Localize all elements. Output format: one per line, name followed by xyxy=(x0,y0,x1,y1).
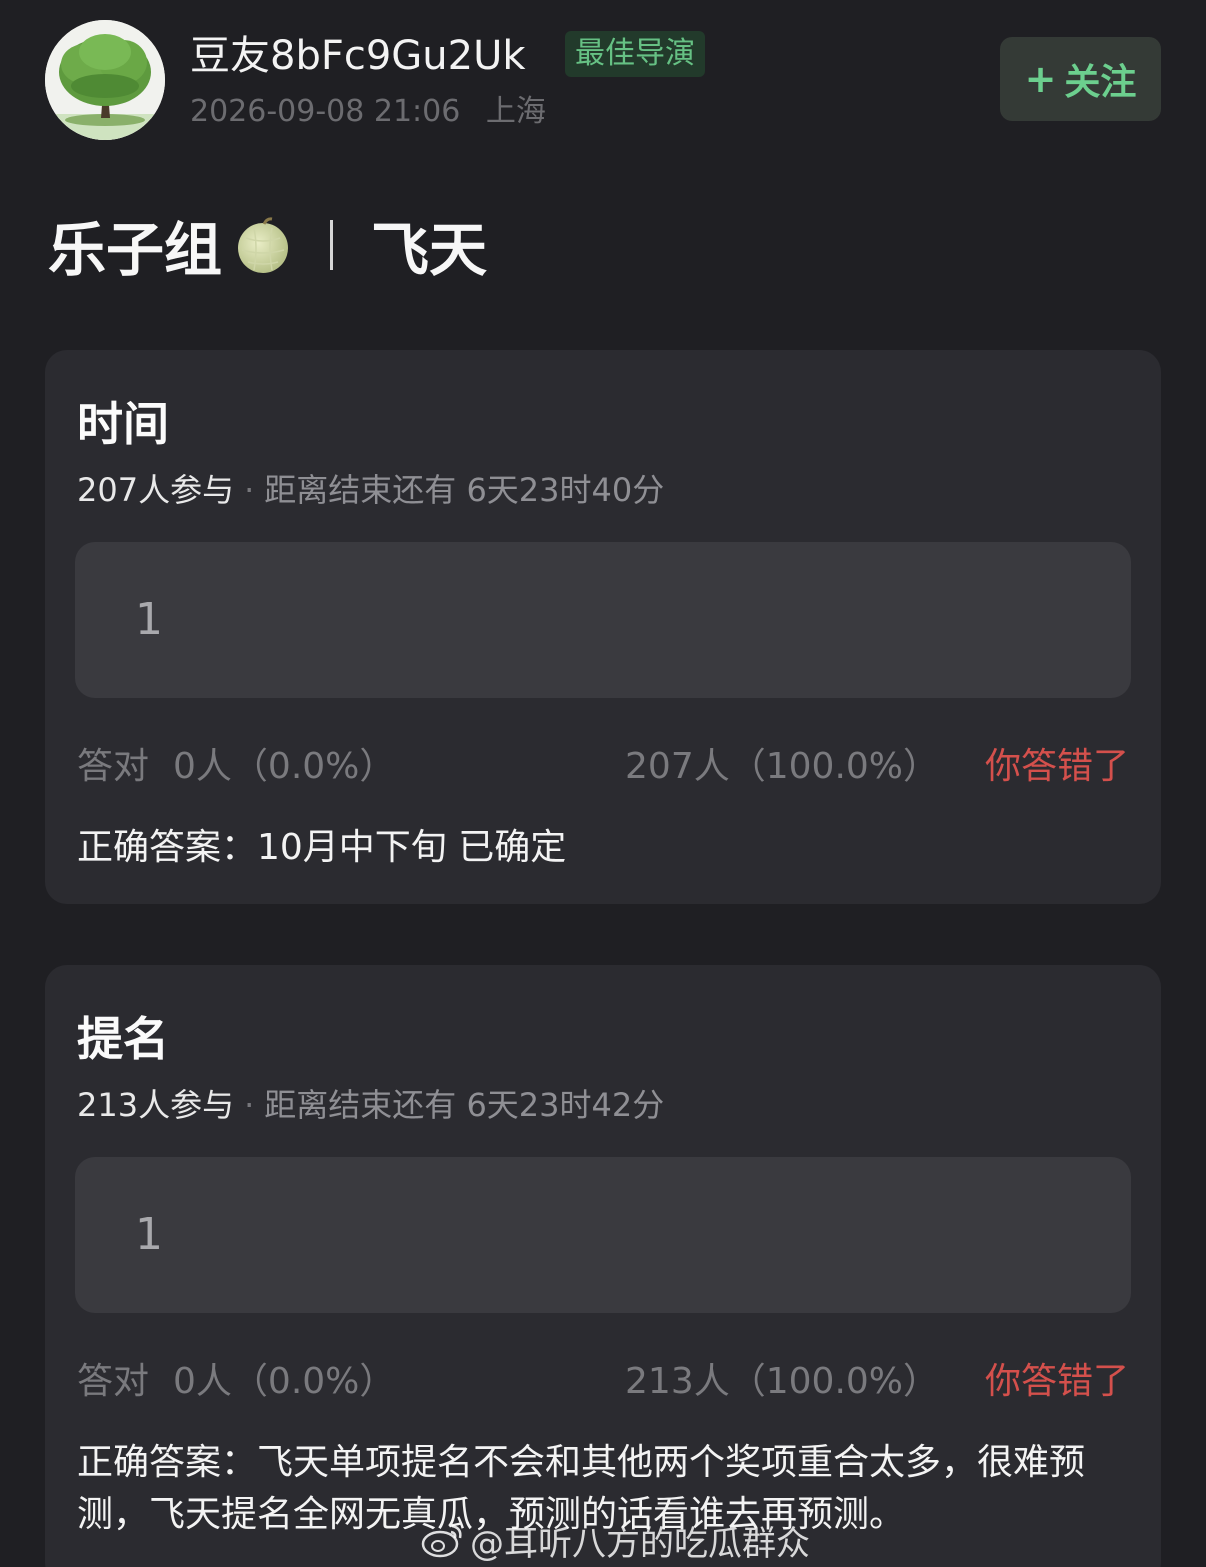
wrong-count: 207人（100.0%） xyxy=(625,746,939,787)
card-subtitle: 213人参与 · 距离结束还有 6天23时42分 xyxy=(77,1083,664,1127)
participant-count: 207人参与 xyxy=(77,471,235,509)
deadline-countdown: 距离结束还有 6天23时40分 xyxy=(264,471,665,509)
my-answer-box[interactable]: 1 xyxy=(75,542,1131,698)
user-avatar[interactable] xyxy=(45,20,165,140)
participant-count: 213人参与 xyxy=(77,1086,235,1124)
post-meta: 2026-09-08 21:06 上海 xyxy=(190,92,546,132)
follow-button[interactable]: + 关注 xyxy=(1000,37,1161,121)
quiz-card: 提名 213人参与 · 距离结束还有 6天23时42分 1 答对 0人（0.0%） 2… xyxy=(45,965,1161,1567)
username[interactable]: 豆友8bFc9Gu2Uk xyxy=(190,28,526,84)
quiz-card: 时间 207人参与 · 距离结束还有 6天23时40分 1 答对 0人（0.0%） 2… xyxy=(45,350,1161,904)
separator-dot: · xyxy=(244,1086,255,1124)
watermark-text: @耳听八方的吃瓜群众 xyxy=(470,1523,810,1564)
user-badge: 最佳导演 xyxy=(565,31,705,77)
my-answer: 1 xyxy=(135,594,163,645)
my-answer: 1 xyxy=(135,1209,163,1260)
melon-icon xyxy=(238,217,289,273)
correct-count: 0人（0.0%） xyxy=(173,746,396,787)
card-heading: 提名 xyxy=(77,1012,169,1066)
my-answer-box[interactable]: 1 xyxy=(75,1157,1131,1313)
post-title: 乐子组 飞天 xyxy=(48,205,487,285)
separator-dot: · xyxy=(244,471,255,509)
result-stats: 答对 0人（0.0%） 207人（100.0%） 你答错了 xyxy=(77,742,1129,792)
wrong-count: 213人（100.0%） xyxy=(625,1361,939,1402)
post-timestamp: 2026-09-08 21:06 xyxy=(190,94,461,129)
deadline-countdown: 距离结束还有 6天23时42分 xyxy=(264,1086,665,1124)
title-divider xyxy=(330,220,334,270)
plus-icon: + xyxy=(1024,57,1057,101)
correct-label: 答对 xyxy=(77,746,150,787)
watermark: @耳听八方的吃瓜群众 xyxy=(420,1512,810,1567)
weibo-icon xyxy=(421,1524,462,1558)
result-status: 你答错了 xyxy=(984,1361,1129,1402)
group-name: 乐子组 xyxy=(48,216,223,284)
card-heading: 时间 xyxy=(77,397,169,451)
correct-label: 答对 xyxy=(77,1361,150,1402)
tree-avatar-icon xyxy=(45,20,165,140)
result-status: 你答错了 xyxy=(984,746,1129,787)
card-subtitle: 207人参与 · 距离结束还有 6天23时40分 xyxy=(77,468,664,512)
correct-answer: 正确答案：10月中下旬 已确定 xyxy=(77,827,567,868)
post-location: 上海 xyxy=(485,94,546,129)
result-stats: 答对 0人（0.0%） 213人（100.0%） 你答错了 xyxy=(77,1357,1129,1407)
correct-count: 0人（0.0%） xyxy=(173,1361,396,1402)
follow-label: 关注 xyxy=(1064,62,1137,103)
post-header: 豆友8bFc9Gu2Uk 最佳导演 2026-09-08 21:06 上海 + … xyxy=(0,0,1206,160)
topic-name: 飞天 xyxy=(371,216,488,284)
